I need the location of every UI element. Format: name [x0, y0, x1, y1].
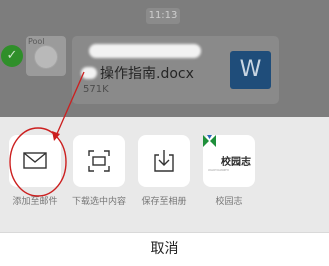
logo-subtext: XIAOYUANZHI — [208, 168, 229, 172]
xiaoyuanzhi-logo-icon: 校园志 XIAOYUANZHI — [203, 135, 255, 187]
avatar-face — [34, 45, 58, 69]
mail-icon — [9, 135, 61, 187]
action-label: 添加至邮件 — [12, 197, 58, 207]
timestamp: 11:13 — [146, 8, 180, 24]
logo-text: 校园志 — [221, 157, 251, 168]
checkmark-icon[interactable]: ✓ — [1, 45, 23, 67]
cancel-button[interactable]: 取消 — [0, 233, 329, 266]
action-label: 校园志 — [215, 197, 243, 207]
file-name: 操作指南.docx — [100, 66, 194, 82]
redacted-region — [89, 44, 201, 58]
action-label: 下载选中内容 — [71, 197, 126, 207]
file-message-bubble[interactable]: 操作指南.docx 571K W — [72, 36, 279, 104]
action-add-to-mail[interactable]: 添加至邮件 — [9, 135, 61, 207]
redacted-region — [81, 67, 97, 79]
action-save-to-album[interactable]: 保存至相册 — [138, 135, 190, 207]
action-label: 保存至相册 — [141, 197, 187, 207]
download-icon — [138, 135, 190, 187]
action-download-selected[interactable]: 下载选中内容 — [72, 135, 126, 207]
file-size: 571K — [83, 84, 109, 95]
action-xiaoyuanzhi[interactable]: 校园志 XIAOYUANZHI 校园志 — [203, 135, 255, 207]
word-doc-icon: W — [230, 51, 271, 89]
scan-icon — [73, 135, 125, 187]
avatar[interactable]: Pool — [26, 36, 66, 76]
